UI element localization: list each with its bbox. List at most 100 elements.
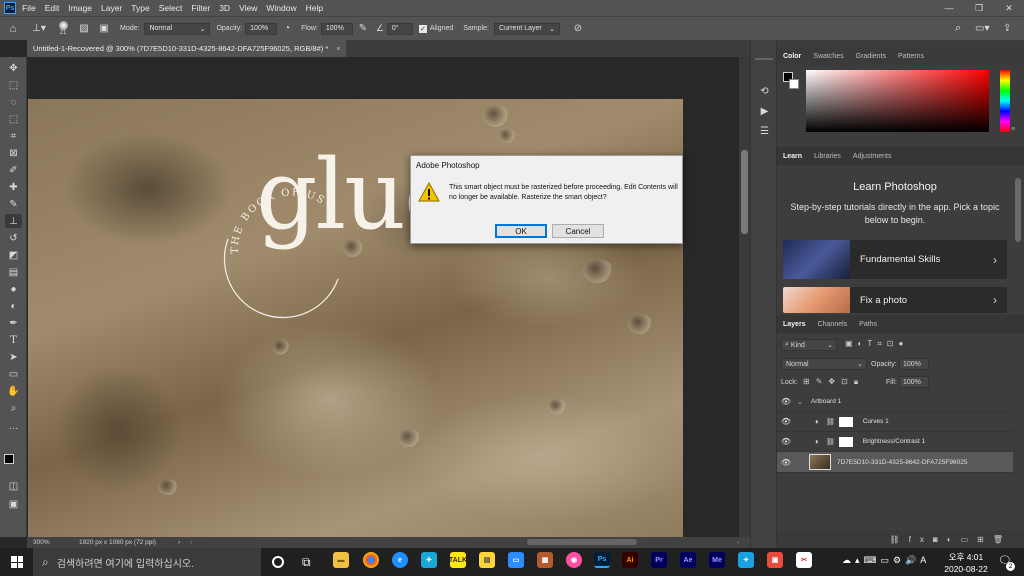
dodge-tool-icon[interactable]: ◐ bbox=[5, 299, 22, 313]
cancel-button[interactable]: Cancel bbox=[552, 224, 604, 238]
blur-tool-icon[interactable]: ● bbox=[5, 282, 22, 296]
angle-input[interactable]: 0° bbox=[386, 22, 413, 35]
tab-gradients[interactable]: Gradients bbox=[856, 53, 886, 60]
color-picker-field[interactable] bbox=[806, 70, 989, 132]
menu-image[interactable]: Image bbox=[68, 3, 92, 13]
menu-window[interactable]: Window bbox=[266, 3, 296, 13]
clone-stamp-tool-icon[interactable]: ⊥ bbox=[5, 214, 22, 228]
tab-patterns[interactable]: Patterns bbox=[898, 53, 924, 60]
brush-settings-icon[interactable]: ▨ bbox=[74, 23, 94, 34]
scrollbar-thumb[interactable] bbox=[741, 150, 748, 234]
healing-brush-tool-icon[interactable]: ✚ bbox=[5, 180, 22, 194]
illustrator-taskbar-icon[interactable]: Ai bbox=[622, 552, 638, 568]
eyedropper-tool-icon[interactable]: ✐ bbox=[5, 163, 22, 177]
sample-select[interactable]: Current Layer ⌄ bbox=[493, 22, 560, 35]
layer-filter-icons[interactable]: ▣◐T⌗⊡● bbox=[845, 339, 908, 349]
zoom-level[interactable]: 300% bbox=[33, 539, 59, 546]
path-selection-tool-icon[interactable]: ➤ bbox=[5, 350, 22, 364]
layer-opacity-input[interactable]: 100% bbox=[899, 358, 929, 370]
tab-layers[interactable]: Layers bbox=[783, 321, 806, 328]
layer-row-brightness-contrast[interactable]: 👁︎ ◐ ⛓ Brightness/Contrast 1 bbox=[777, 432, 1013, 452]
search-icon[interactable]: ⌕ bbox=[955, 22, 961, 35]
mode-select[interactable]: Normal ⌄ bbox=[144, 22, 211, 35]
file-explorer-icon[interactable]: ▬ bbox=[333, 552, 349, 568]
task-view-icon[interactable]: ⧉ bbox=[302, 555, 311, 570]
layer-row-smart-object[interactable]: 👁︎ 7D7E5D10-331D-4325-8642-DFA725F96025 bbox=[777, 452, 1013, 473]
menu-type[interactable]: Type bbox=[131, 3, 149, 13]
menu-help[interactable]: Help bbox=[306, 3, 323, 13]
ignore-adjustment-layers-icon[interactable]: ⊘ bbox=[568, 23, 588, 34]
layer-fill-input[interactable]: 100% bbox=[899, 376, 929, 388]
menu-select[interactable]: Select bbox=[159, 3, 183, 13]
after-effects-taskbar-icon[interactable]: Ae bbox=[680, 552, 696, 568]
scroll-left-icon[interactable]: ‹ bbox=[190, 539, 192, 546]
layers-footer-icons[interactable]: ⛓fx◙◐▭⊞🗑︎ bbox=[777, 530, 1024, 548]
opacity-input[interactable]: 100% bbox=[245, 22, 278, 35]
actions-panel-icon[interactable]: ▶ bbox=[756, 104, 773, 118]
screen-mode-icon[interactable]: ▣ bbox=[5, 497, 22, 511]
tab-libraries[interactable]: Libraries bbox=[814, 153, 841, 160]
learn-card-fundamental-skills[interactable]: Fundamental Skills › bbox=[783, 240, 1007, 279]
learn-card-fix-a-photo[interactable]: Fix a photo › bbox=[783, 287, 1007, 313]
eraser-tool-icon[interactable]: ◩ bbox=[5, 248, 22, 262]
premiere-taskbar-icon[interactable]: Pr bbox=[651, 552, 667, 568]
clone-source-icon[interactable]: ▣ bbox=[94, 23, 114, 34]
chrome-icon[interactable] bbox=[363, 552, 379, 568]
tab-swatches[interactable]: Swatches bbox=[813, 53, 843, 60]
layer-row-curves[interactable]: 👁︎ ◐ ⛓ Curves 1 bbox=[777, 412, 1013, 432]
pressure-opacity-icon[interactable]: ◔ bbox=[277, 23, 297, 34]
menu-layer[interactable]: Layer bbox=[101, 3, 122, 13]
home-icon[interactable]: ⌂ bbox=[0, 23, 26, 35]
app-icon-pink[interactable]: ◉ bbox=[566, 552, 582, 568]
share-icon[interactable]: ⇪ bbox=[1003, 23, 1011, 34]
color-background-swatch[interactable] bbox=[789, 79, 799, 89]
object-selection-tool-icon[interactable]: ⬚ bbox=[5, 112, 22, 126]
taskbar-search-box[interactable]: ⌕ 검색하려면 여기에 입력하십시오. bbox=[33, 548, 261, 576]
system-tray-icons[interactable]: ☁▴⌨▭⚙🔊A bbox=[842, 555, 930, 566]
aligned-checkbox[interactable]: ✓ bbox=[418, 24, 427, 33]
visibility-eye-icon[interactable]: 👁︎ bbox=[777, 397, 795, 406]
layer-filter-select[interactable]: ⌕ Kind ⌄ bbox=[781, 339, 837, 351]
menu-filter[interactable]: Filter bbox=[191, 3, 210, 13]
frame-tool-icon[interactable]: ⊠ bbox=[5, 146, 22, 160]
horizontal-scrollbar-thumb[interactable] bbox=[527, 539, 637, 545]
history-brush-tool-icon[interactable]: ↺ bbox=[5, 231, 22, 245]
vertical-scrollbar[interactable] bbox=[739, 57, 750, 537]
clone-stamp-preset-icon[interactable]: ⊥▾ bbox=[26, 23, 52, 34]
airbrush-icon[interactable]: ✎ bbox=[353, 23, 373, 34]
media-encoder-taskbar-icon[interactable]: Me bbox=[709, 552, 725, 568]
chevron-down-icon[interactable]: ⌄ bbox=[797, 398, 803, 406]
menu-3d[interactable]: 3D bbox=[219, 3, 230, 13]
hand-tool-icon[interactable]: ✋ bbox=[5, 384, 22, 398]
tab-adjustments[interactable]: Adjustments bbox=[853, 153, 892, 160]
tab-paths[interactable]: Paths bbox=[859, 321, 877, 328]
learn-scrollbar-thumb[interactable] bbox=[1015, 178, 1021, 242]
move-tool-icon[interactable]: ✥ bbox=[5, 61, 22, 75]
visibility-eye-icon[interactable]: 👁︎ bbox=[777, 417, 795, 426]
layer-blend-mode-select[interactable]: Normal ⌄ bbox=[781, 358, 867, 370]
tab-learn[interactable]: Learn bbox=[783, 153, 802, 160]
zoom-tool-icon[interactable]: ⌕ bbox=[5, 401, 22, 415]
app-icon-red[interactable]: ▣ bbox=[767, 552, 783, 568]
layer-row-artboard[interactable]: 👁︎ ⌄ Artboard 1 bbox=[777, 392, 1013, 412]
windows-start-icon[interactable] bbox=[11, 556, 23, 568]
workspace-icon[interactable]: ▭▾ bbox=[975, 23, 989, 34]
document-tab[interactable]: Untitled-1-Recovered @ 300% (7D7E5D10-33… bbox=[27, 40, 347, 57]
type-tool-icon[interactable]: T bbox=[5, 333, 22, 347]
close-icon[interactable]: ✕ bbox=[994, 0, 1024, 16]
brush-preset-picker[interactable]: 21 bbox=[52, 21, 74, 36]
status-arrow-icon[interactable]: › bbox=[178, 539, 180, 546]
zoom-icon[interactable]: ▭ bbox=[508, 552, 524, 568]
tab-color[interactable]: Color bbox=[783, 53, 801, 60]
quick-mask-icon[interactable]: ◫ bbox=[5, 479, 22, 493]
hue-slider[interactable] bbox=[1000, 70, 1010, 132]
strip-handle[interactable] bbox=[755, 58, 773, 60]
scroll-right-icon[interactable]: › bbox=[737, 539, 739, 546]
visibility-eye-icon[interactable]: 👁︎ bbox=[777, 437, 795, 446]
visibility-eye-icon[interactable]: 👁︎ bbox=[777, 458, 795, 467]
brush-tool-icon[interactable]: ✎ bbox=[5, 197, 22, 211]
internet-explorer-icon[interactable]: e bbox=[392, 552, 408, 568]
tab-channels[interactable]: Channels bbox=[818, 321, 848, 328]
foreground-color-swatch[interactable] bbox=[4, 454, 14, 464]
ok-button[interactable]: OK bbox=[495, 224, 547, 238]
